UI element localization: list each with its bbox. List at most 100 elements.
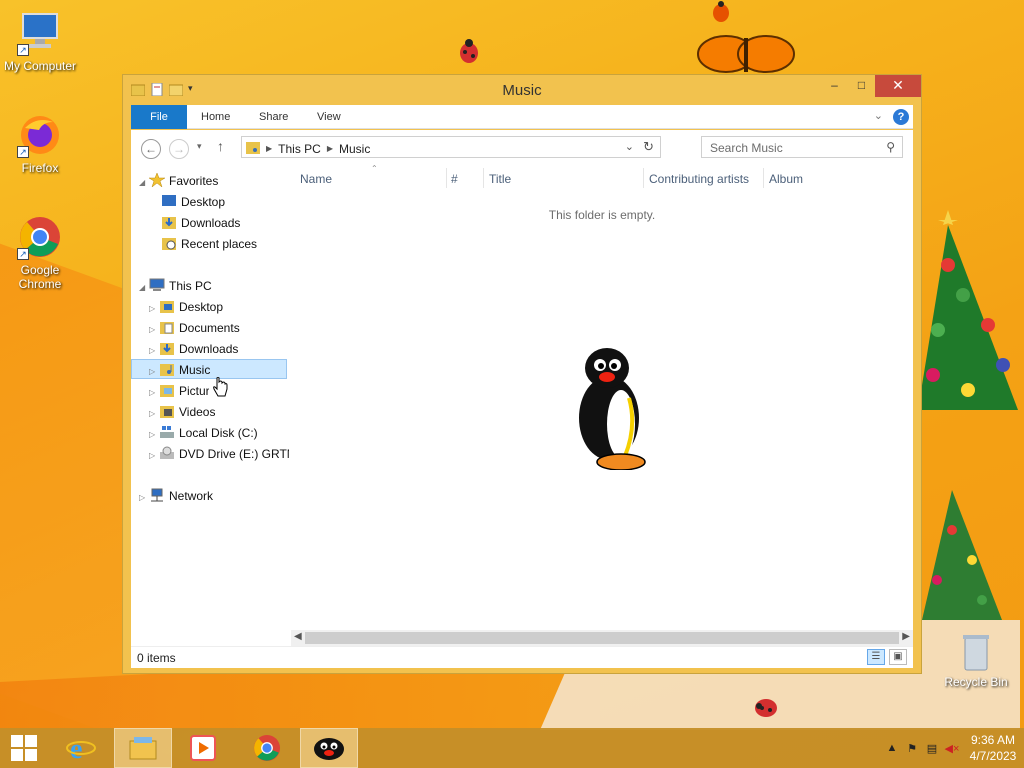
file-list[interactable]: ⌃ Name # Title Contributing artists Albu…	[291, 164, 913, 646]
help-icon[interactable]: ?	[893, 109, 909, 125]
expand-ribbon-icon[interactable]: ⌄	[874, 109, 883, 122]
taskbar: e ▲ ⚑ ▤ ◀× 9:36 AM 4/7/2023	[0, 728, 1024, 768]
up-button[interactable]: ↑	[217, 138, 224, 154]
action-center-flag-icon[interactable]: ⚑	[902, 742, 922, 755]
address-dropdown-icon[interactable]: ⌄	[625, 140, 634, 153]
breadcrumb-separator-icon[interactable]: ▶	[327, 144, 333, 153]
expand-arrow-icon[interactable]: ▷	[139, 488, 149, 506]
expand-arrow-icon[interactable]: ▷	[149, 320, 159, 338]
refresh-icon[interactable]: ↻	[643, 139, 654, 155]
address-bar[interactable]: ▶ This PC ▶ Music ⌄ ↻	[241, 136, 661, 158]
breadcrumb-separator-icon[interactable]: ▶	[266, 144, 272, 153]
column-album[interactable]: Album	[769, 172, 803, 186]
nav-recent-places[interactable]: Recent places	[161, 234, 257, 254]
column-divider[interactable]	[763, 168, 764, 188]
nav-label: Desktop	[181, 195, 226, 209]
nav-label: Documents	[179, 321, 240, 335]
desktop-icon-my-computer[interactable]: ↗ My Computer	[0, 10, 80, 73]
column-contributing-artists[interactable]: Contributing artists	[649, 172, 749, 186]
taskbar-file-explorer[interactable]	[114, 728, 172, 768]
nav-local-disk[interactable]: ▷ Local Disk (C:)	[149, 423, 258, 443]
nav-this-pc[interactable]: ◢ This PC	[139, 276, 212, 296]
taskbar-media-player[interactable]	[174, 728, 232, 768]
minimize-button[interactable]: –	[821, 75, 848, 97]
maximize-button[interactable]: □	[848, 75, 875, 97]
nav-this-pc-downloads[interactable]: ▷ Downloads	[149, 339, 238, 359]
explorer-window[interactable]: ▾ Music – □ ✕ File Home Share View ⌄ ? ←…	[122, 74, 922, 674]
downloads-icon	[159, 341, 175, 355]
column-divider[interactable]	[643, 168, 644, 188]
nav-dvd-drive[interactable]: ▷ DVD Drive (E:) GRTM	[149, 444, 289, 464]
nav-this-pc-desktop[interactable]: ▷ Desktop	[149, 297, 223, 317]
navigation-bar: ← → ▾ ↑ ▶ This PC ▶ Music ⌄ ↻ Search Mus…	[131, 130, 913, 164]
nav-label: Videos	[179, 405, 216, 419]
search-icon: ⚲	[886, 140, 895, 154]
empty-folder-message: This folder is empty.	[548, 208, 656, 222]
expand-arrow-icon[interactable]: ▷	[149, 404, 159, 422]
taskbar-internet-explorer[interactable]: e	[52, 728, 110, 768]
column-title[interactable]: Title	[489, 172, 511, 186]
clock[interactable]: 9:36 AM 4/7/2023	[962, 732, 1024, 764]
tab-share[interactable]: Share	[259, 105, 288, 129]
expand-arrow-icon[interactable]: ▷	[149, 362, 159, 378]
taskbar-chrome[interactable]	[238, 728, 296, 768]
show-hidden-icons-icon[interactable]: ▲	[882, 742, 902, 754]
large-icons-view-icon[interactable]: ▣	[889, 649, 907, 665]
breadcrumb-music[interactable]: Music	[339, 142, 370, 156]
nav-network[interactable]: ▷ Network	[139, 486, 213, 506]
details-view-icon[interactable]: ☰	[867, 649, 885, 665]
drive-icon	[159, 425, 175, 439]
close-button[interactable]: ✕	[875, 75, 921, 97]
recent-locations-button[interactable]: ▾	[197, 141, 202, 152]
nav-music[interactable]: ▷ Music	[131, 359, 287, 379]
forward-button[interactable]: →	[169, 139, 189, 159]
collapse-arrow-icon[interactable]: ◢	[139, 278, 149, 296]
title-bar[interactable]: ▾ Music – □ ✕	[123, 75, 921, 105]
hand-cursor-icon	[212, 376, 228, 402]
navigation-pane[interactable]: ◢ Favorites Desktop Downloads Recent plac…	[131, 164, 291, 646]
nav-favorites[interactable]: ◢ Favorites	[139, 171, 218, 191]
scroll-left-icon[interactable]: ◀	[294, 631, 302, 642]
tab-home[interactable]: Home	[201, 105, 230, 129]
butterfly-decoration	[696, 32, 796, 79]
ladybug-decoration	[458, 38, 480, 67]
column-number[interactable]: #	[451, 172, 458, 186]
christmas-tree-decoration	[922, 490, 1002, 633]
network-status-icon[interactable]: ▤	[922, 742, 942, 755]
horizontal-scrollbar[interactable]: ◀ ▶	[291, 630, 913, 646]
tab-file[interactable]: File	[131, 105, 187, 129]
scroll-right-icon[interactable]: ▶	[902, 631, 910, 642]
back-button[interactable]: ←	[141, 139, 161, 159]
firefox-icon: ↗	[17, 112, 63, 158]
expand-arrow-icon[interactable]: ▷	[149, 425, 159, 443]
nav-pictures[interactable]: ▷ Pictures	[149, 381, 209, 401]
expand-arrow-icon[interactable]: ▷	[149, 341, 159, 359]
collapse-arrow-icon[interactable]: ◢	[139, 173, 149, 191]
scrollbar-thumb[interactable]	[305, 632, 899, 644]
column-name[interactable]: Name	[300, 172, 332, 186]
tab-view[interactable]: View	[317, 105, 341, 129]
pictures-icon	[159, 383, 175, 397]
expand-arrow-icon[interactable]: ▷	[149, 446, 159, 464]
column-divider[interactable]	[446, 168, 447, 188]
star-icon	[148, 172, 166, 188]
shortcut-arrow-icon: ↗	[17, 146, 29, 158]
desktop-icon-chrome[interactable]: ↗ Google Chrome	[0, 214, 80, 291]
nav-documents[interactable]: ▷ Documents	[149, 318, 240, 338]
start-button[interactable]	[0, 728, 48, 768]
volume-muted-icon[interactable]: ◀×	[942, 742, 962, 755]
desktop-icon-firefox[interactable]: ↗ Firefox	[0, 112, 80, 175]
nav-label: Downloads	[179, 342, 239, 356]
expand-arrow-icon[interactable]: ▷	[149, 383, 159, 401]
search-input[interactable]: Search Music ⚲	[701, 136, 903, 158]
desktop-icon-recycle-bin[interactable]: Recycle Bin	[936, 632, 1016, 689]
breadcrumb-this-pc[interactable]: This PC	[278, 142, 321, 156]
taskbar-pingu-app[interactable]	[300, 728, 358, 768]
nav-favorites-downloads[interactable]: Downloads	[161, 213, 240, 233]
desktop-icon-label: Google Chrome	[18, 263, 62, 291]
svg-text:e: e	[70, 734, 82, 763]
column-divider[interactable]	[483, 168, 484, 188]
expand-arrow-icon[interactable]: ▷	[149, 299, 159, 317]
nav-favorites-desktop[interactable]: Desktop	[161, 192, 225, 212]
nav-videos[interactable]: ▷ Videos	[149, 402, 215, 422]
